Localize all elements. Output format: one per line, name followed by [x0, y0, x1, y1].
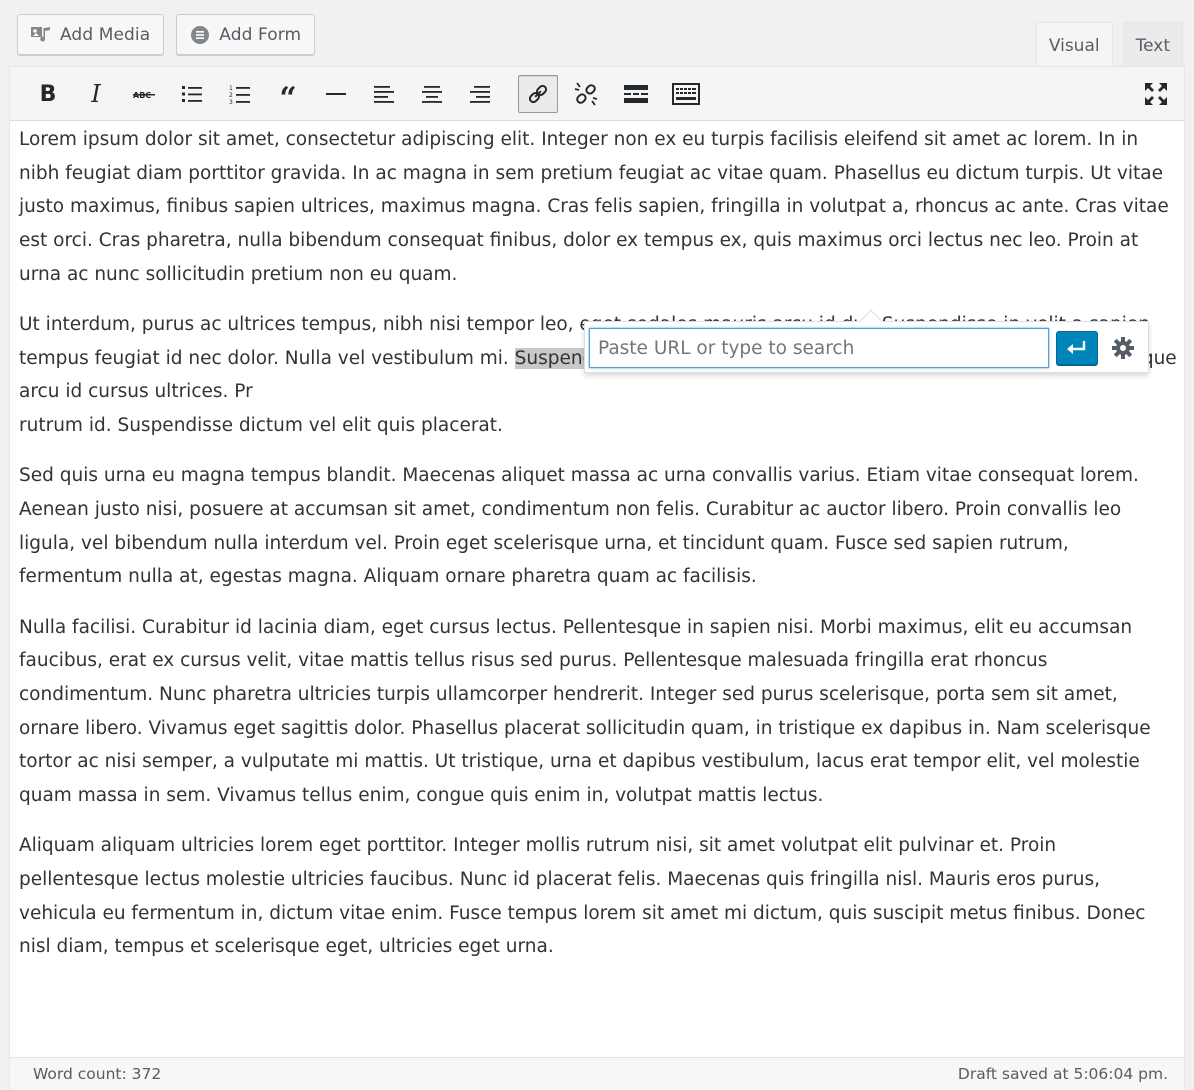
align-right-button[interactable] [460, 75, 500, 113]
media-buttons: Add Media Add Form [17, 14, 316, 55]
link-settings-button[interactable] [1105, 330, 1141, 366]
blockquote-icon: “ [279, 81, 297, 116]
tab-text[interactable]: Text [1122, 22, 1183, 68]
remove-link-button[interactable] [566, 75, 606, 113]
align-right-icon [470, 86, 490, 103]
toolbar-toggle-button[interactable] [666, 75, 706, 113]
strikethrough-icon: ABC [133, 91, 155, 100]
url-input[interactable] [589, 328, 1049, 368]
svg-text:3: 3 [229, 99, 233, 105]
paragraph-1: Lorem ipsum dolor sit amet, consectetur … [19, 129, 1169, 285]
bulleted-list-icon [182, 86, 202, 102]
editor: B I ABC 1 2 3 [9, 66, 1185, 1090]
horizontal-line-button[interactable] [316, 75, 356, 113]
editor-content[interactable]: Lorem ipsum dolor sit amet, consectetur … [19, 123, 1177, 981]
paragraph-2-text-end: rutrum id. Suspendisse dictum vel elit q… [19, 415, 503, 437]
bold-button[interactable]: B [28, 75, 68, 113]
word-count: Word count: 372 [33, 1065, 162, 1083]
paragraph-3: Sed quis urna eu magna tempus blandit. M… [19, 465, 1139, 588]
svg-text:2: 2 [229, 92, 233, 99]
keyboard-icon [672, 83, 700, 105]
align-left-icon [374, 86, 394, 103]
paragraph-5: Aliquam aliquam ultricies lorem eget por… [19, 835, 1146, 958]
paragraph-4: Nulla facilisi. Curabitur id lacinia dia… [19, 616, 1151, 807]
svg-text:1: 1 [229, 85, 233, 92]
apply-link-button[interactable] [1056, 331, 1098, 365]
media-icon [30, 24, 52, 46]
italic-icon: I [91, 80, 101, 108]
add-media-button[interactable]: Add Media [17, 14, 165, 55]
add-form-label: Add Form [219, 24, 302, 45]
bulleted-list-button[interactable] [172, 75, 212, 113]
read-more-icon [624, 85, 648, 103]
add-form-button[interactable]: Add Form [176, 14, 316, 55]
editor-tabs: Visual Text [1035, 22, 1183, 68]
fullscreen-icon [1145, 83, 1167, 105]
gear-icon [1112, 337, 1134, 359]
link-icon [528, 84, 548, 104]
unlink-icon [574, 82, 598, 106]
horizontal-line-icon [326, 93, 346, 95]
read-more-button[interactable] [616, 75, 656, 113]
insert-link-button[interactable] [518, 75, 558, 113]
fullscreen-button[interactable] [1136, 75, 1176, 113]
link-popup [584, 309, 1149, 373]
add-media-label: Add Media [60, 24, 151, 45]
draft-saved-status: Draft saved at 5:06:04 pm. [957, 1065, 1168, 1083]
italic-button[interactable]: I [76, 75, 116, 113]
form-icon [189, 24, 211, 46]
enter-icon [1067, 341, 1086, 354]
bold-icon: B [39, 81, 57, 107]
numbered-list-button[interactable]: 1 2 3 [220, 75, 260, 113]
strikethrough-button[interactable]: ABC [124, 75, 164, 113]
tab-visual[interactable]: Visual [1035, 22, 1113, 68]
align-center-button[interactable] [412, 75, 452, 113]
blockquote-button[interactable]: “ [268, 75, 308, 116]
numbered-list-icon: 1 2 3 [229, 85, 250, 105]
align-center-icon [422, 86, 442, 103]
editor-toolbar: B I ABC 1 2 3 [10, 67, 1184, 121]
status-bar: Word count: 372 Draft saved at 5:06:04 p… [10, 1057, 1184, 1090]
align-left-button[interactable] [364, 75, 404, 113]
